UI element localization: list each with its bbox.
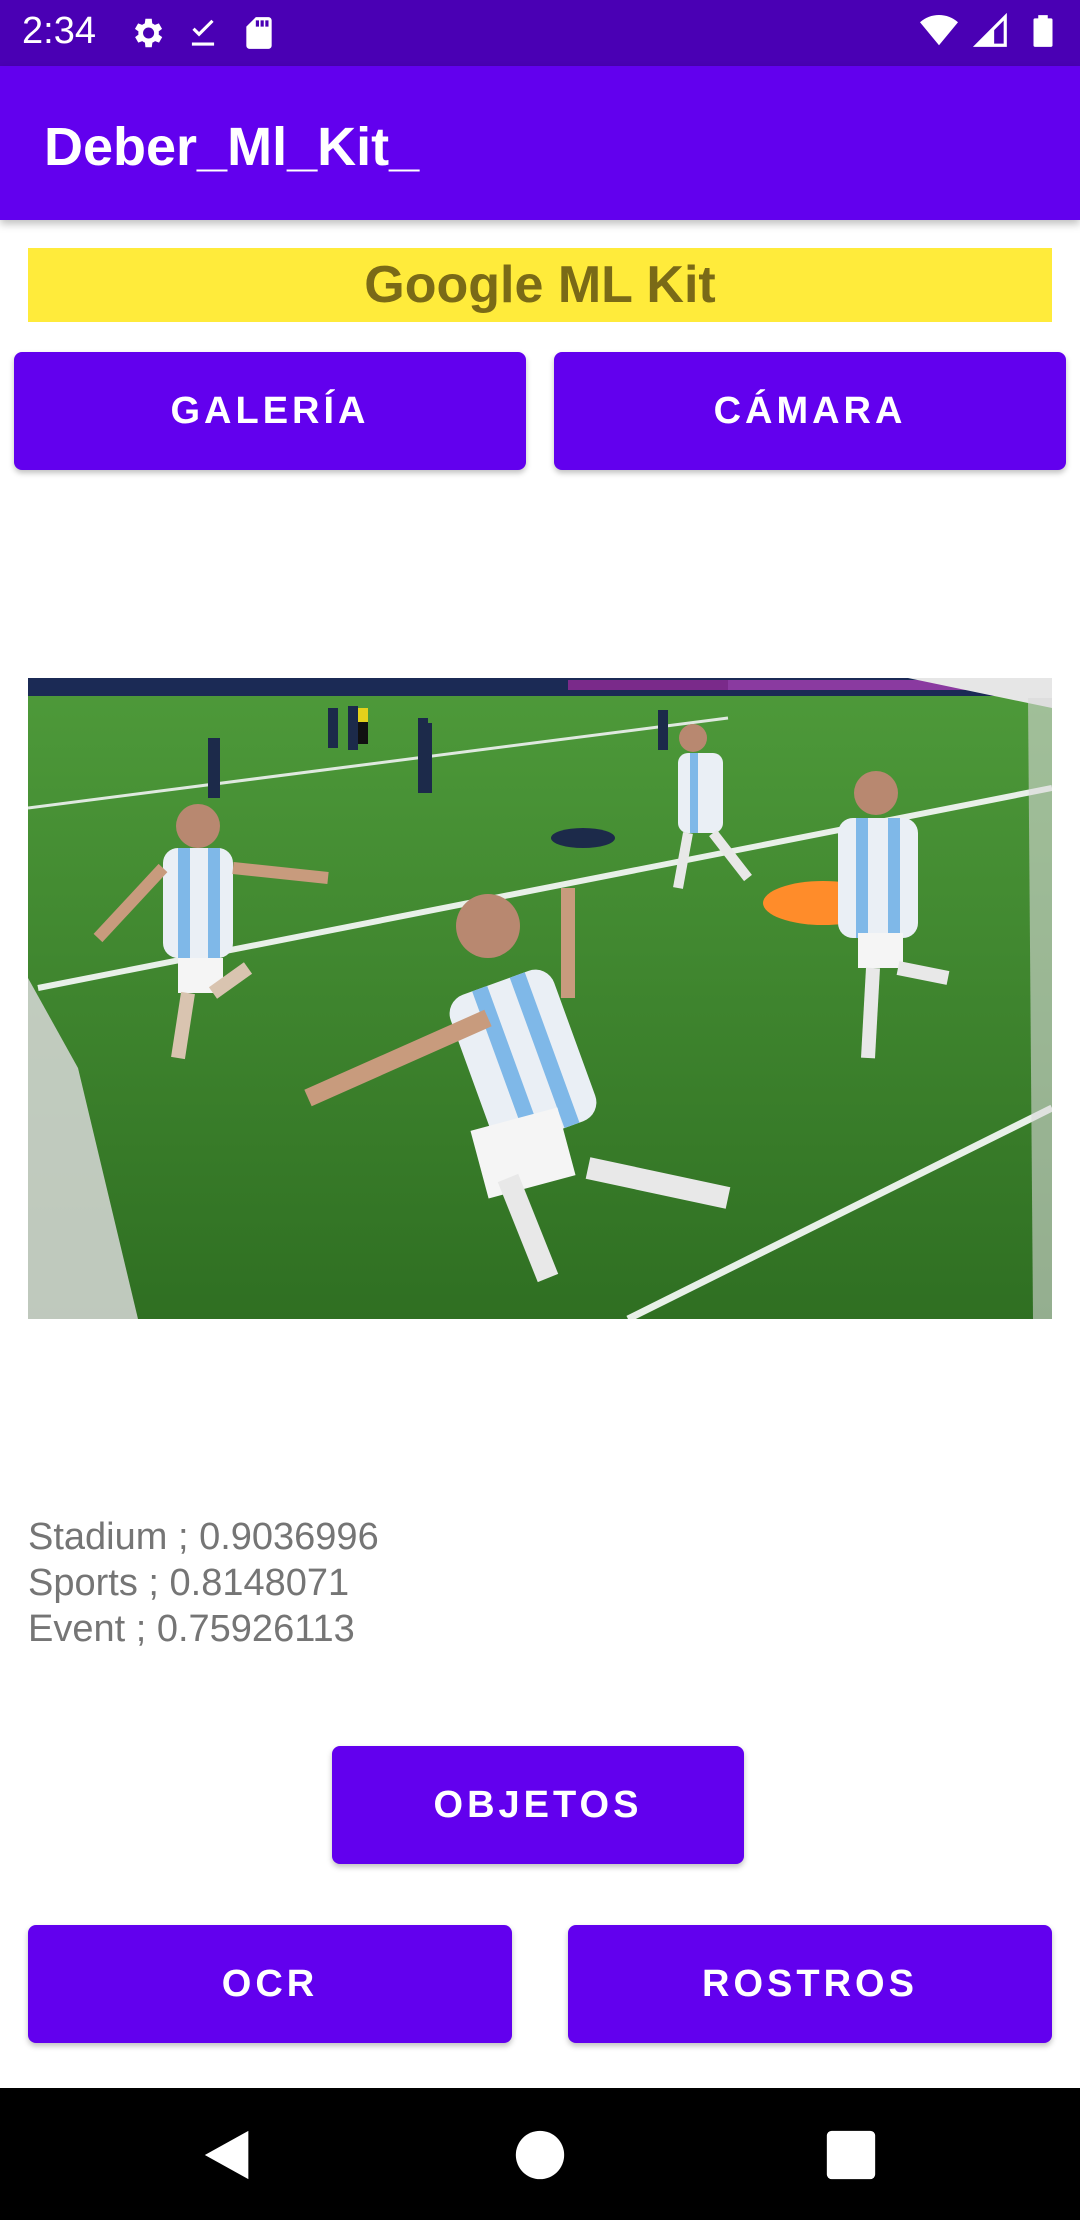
wifi-icon [920,15,958,46]
label-results: Stadium ; 0.9036996 Sports ; 0.8148071 E… [28,1514,728,1652]
result-line: Stadium ; 0.9036996 [28,1516,379,1558]
banner-title: Google ML Kit [28,248,1052,322]
faces-button[interactable]: ROSTROS [568,1925,1052,2043]
app-bar: Deber_Ml_Kit_ [0,66,1080,220]
battery-icon [1033,15,1053,47]
back-icon[interactable] [200,2126,258,2184]
status-bar: 2:34 [0,0,1080,66]
gallery-button[interactable]: GALERÍA [14,352,526,470]
objects-button[interactable]: OBJETOS [332,1746,744,1864]
download-done-icon [191,19,215,46]
result-line: Event ; 0.75926113 [28,1608,355,1650]
navigation-bar [0,2088,1080,2220]
sd-card-icon [246,17,272,49]
status-time: 2:34 [22,10,96,52]
home-icon[interactable] [511,2126,569,2184]
signal-icon [972,12,1007,47]
camera-button[interactable]: CÁMARA [554,352,1066,470]
app-title: Deber_Ml_Kit_ [44,117,420,177]
settings-icon [134,18,163,48]
result-line: Sports ; 0.8148071 [28,1562,350,1604]
selected-image [28,678,1052,1319]
ocr-button[interactable]: OCR [28,1925,512,2043]
recents-icon[interactable] [822,2126,880,2184]
